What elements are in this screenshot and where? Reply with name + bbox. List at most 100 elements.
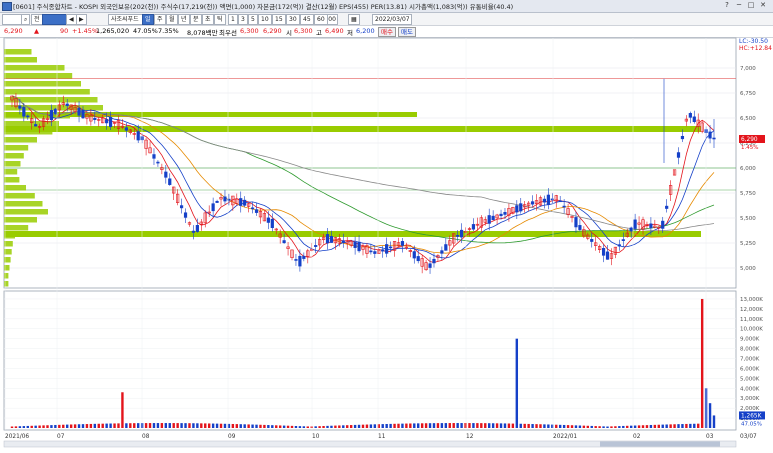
close-button[interactable]: ✕ — [758, 1, 768, 10]
volume-profile-bar — [4, 113, 70, 119]
volume-bar — [219, 423, 223, 428]
volume-bar — [26, 425, 29, 428]
candle-body — [373, 251, 377, 254]
volume-value-line: 1,265,020(47.05%) — [4, 300, 63, 307]
candle-body — [353, 241, 357, 248]
chart-icon — [2, 2, 12, 11]
candle-body — [101, 117, 105, 124]
candle-body — [479, 217, 483, 228]
maximize-button[interactable]: □ — [746, 1, 756, 10]
calendar-icon[interactable]: ▦ — [348, 14, 360, 25]
candle-body — [590, 239, 594, 242]
interval-button-3[interactable]: 3 — [238, 14, 248, 25]
period-button-0[interactable]: 주 — [154, 14, 166, 25]
volume-bar — [527, 423, 530, 428]
candle-body — [282, 240, 286, 244]
candle-body — [239, 198, 243, 206]
volume-bar — [231, 423, 235, 428]
candle-body — [523, 204, 527, 208]
volume-bar — [401, 423, 404, 428]
volume-bar — [42, 425, 45, 428]
candle-body — [148, 147, 152, 154]
lc-label: LC:-30.50 — [739, 38, 768, 45]
candle-body — [688, 113, 692, 118]
interval-button-60[interactable]: 60 — [314, 14, 328, 25]
buy-button[interactable]: 매수 — [378, 27, 396, 37]
volume-bar — [389, 423, 392, 428]
volume-bar — [397, 423, 400, 428]
interval-button-30[interactable]: 30 — [286, 14, 300, 25]
top-annotation: 0.00(0.00%) — [592, 53, 630, 60]
interval-button-45[interactable]: 45 — [300, 14, 314, 25]
candle-body — [665, 205, 669, 209]
candle-body — [527, 202, 531, 206]
period-button-2[interactable]: 년 — [178, 14, 190, 25]
next-stock-button[interactable]: ▶ — [76, 14, 87, 25]
volume-bar — [211, 423, 215, 428]
exchange-button[interactable]: 전 — [31, 14, 43, 25]
interval-button-1[interactable]: 1 — [228, 14, 238, 25]
volume-bar — [543, 424, 546, 428]
search-icon[interactable]: ⌕ — [21, 14, 31, 25]
volume-bar — [606, 426, 609, 428]
candle-body — [574, 217, 578, 228]
candle-body — [499, 213, 503, 216]
candle-body — [432, 258, 436, 264]
period-button-4[interactable]: 초 — [202, 14, 214, 25]
candle-body — [582, 229, 586, 237]
candle-body — [231, 195, 235, 206]
hc-label: HC:+12.84 — [739, 45, 772, 52]
volume-tick-label: 5,000K — [740, 376, 760, 382]
candle-body — [570, 216, 574, 218]
candle-body — [97, 119, 101, 121]
volume-profile-bar — [4, 177, 20, 183]
period-button-3[interactable]: 분 — [190, 14, 202, 25]
high-label: 고 — [316, 29, 322, 37]
volume-bar — [144, 423, 148, 428]
interval-button-15[interactable]: 15 — [272, 14, 286, 25]
sell-button[interactable]: 매도 — [398, 27, 416, 37]
interval-button-10[interactable]: 10 — [258, 14, 272, 25]
candle-body — [436, 255, 440, 258]
candle-body — [361, 246, 365, 250]
candle-body — [278, 233, 282, 238]
candle-body — [215, 201, 219, 203]
volume-bar — [622, 425, 625, 428]
interval-button-5[interactable]: 5 — [248, 14, 258, 25]
volume-bar — [235, 424, 238, 428]
volume-bar — [369, 424, 373, 428]
date-field[interactable]: 2022/03/07 — [372, 14, 412, 25]
volume-tick-label: 2,000K — [740, 406, 760, 412]
candle-body — [195, 225, 199, 232]
candle-body — [160, 167, 164, 170]
period-button-5[interactable]: 틱 — [214, 14, 226, 25]
volume-bar — [464, 423, 467, 428]
candle-body — [601, 248, 606, 256]
minimize-button[interactable]: ─ — [734, 1, 744, 10]
candle-body — [389, 246, 393, 249]
help-button[interactable]: ? — [722, 1, 732, 10]
volume-profile-bar — [4, 89, 90, 95]
candle-body — [708, 131, 712, 139]
volume-tick-label: 3,000K — [740, 396, 760, 402]
stock-code-badge[interactable] — [42, 14, 68, 25]
volume-bar — [436, 423, 440, 428]
candle-body — [219, 197, 223, 200]
period-day-button[interactable]: 일 — [142, 14, 154, 25]
volume-bar — [578, 425, 582, 428]
stock-name-field[interactable]: 사조씨푸드 — [108, 14, 144, 25]
candle-body — [258, 211, 263, 218]
stock-code-input[interactable] — [2, 14, 22, 25]
period-button-1[interactable]: 월 — [166, 14, 178, 25]
chart-canvas[interactable]: 13,000K12,000K11,000K10,000K9,000K8,000K… — [0, 0, 773, 453]
volume-bar — [413, 423, 416, 428]
candle-body — [424, 262, 428, 271]
volume-profile-bar — [4, 257, 11, 263]
volume-bar — [424, 423, 428, 428]
candle-body — [530, 201, 535, 205]
candle-body — [712, 137, 716, 140]
candle-body — [132, 133, 136, 135]
volume-bar — [353, 424, 357, 428]
candle-body — [89, 114, 93, 122]
volume-bar — [188, 423, 191, 428]
